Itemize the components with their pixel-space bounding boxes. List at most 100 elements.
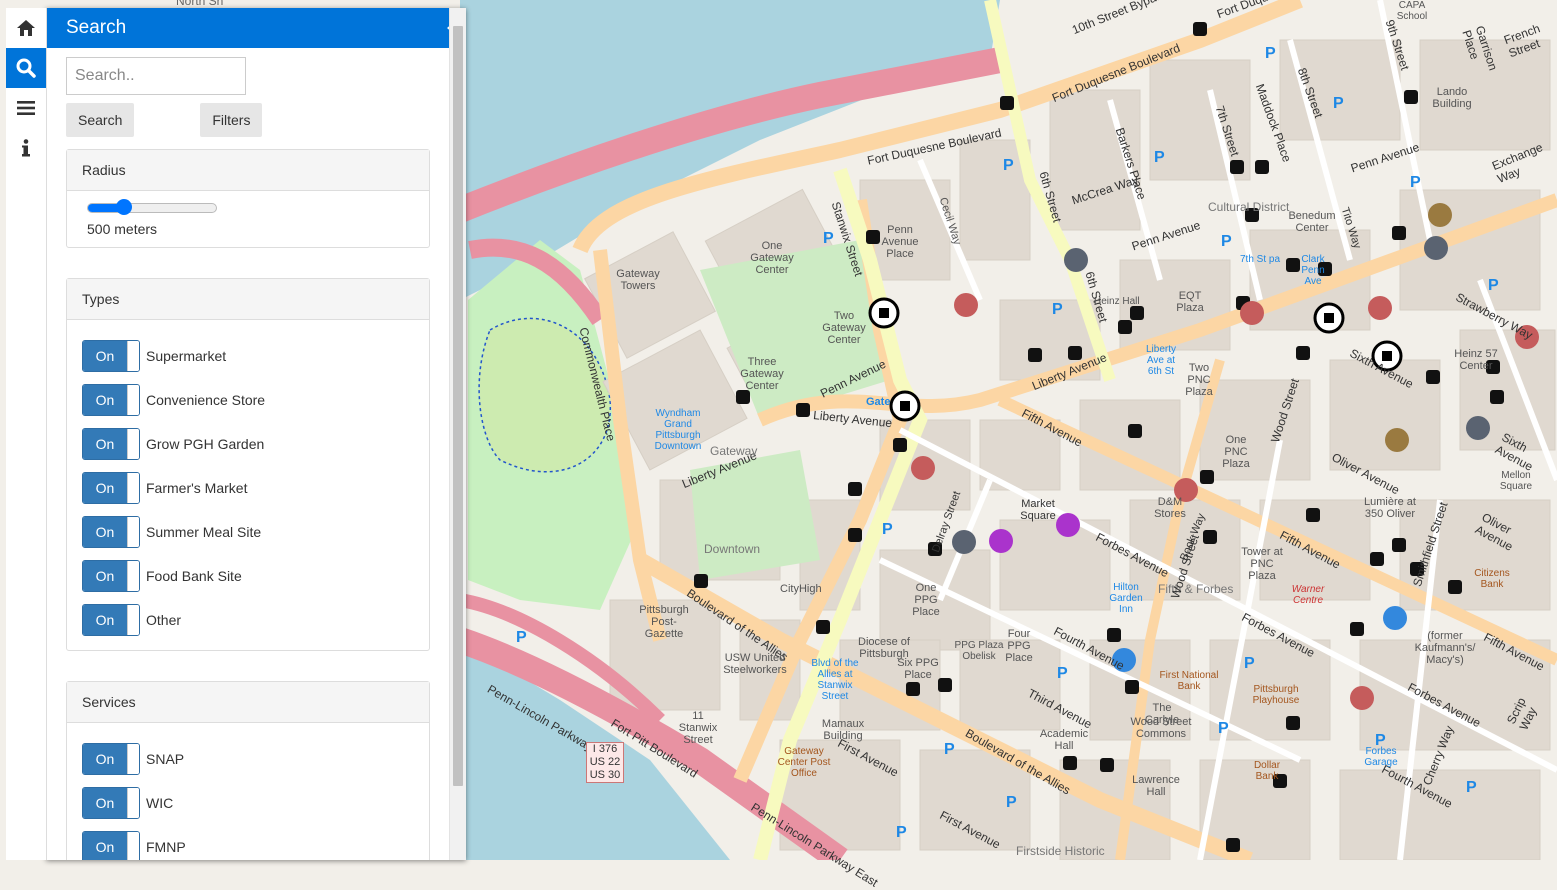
type-label: Farmer's Market [146,480,248,496]
info-button[interactable] [6,128,46,168]
service-label: WIC [146,795,174,811]
types-card: Types On Supermarket On Convenience Stor… [66,278,430,651]
svg-text:P: P [1488,277,1499,294]
type-row-convenience-store: On Convenience Store [82,378,414,422]
svg-text:P: P [1057,665,1068,682]
svg-text:P: P [823,230,834,247]
toggle-on-label: On [83,341,127,371]
svg-text:P: P [1154,149,1165,166]
type-toggle-summer-meal-site[interactable]: On [82,516,140,548]
info-icon [22,139,30,157]
svg-text:P: P [516,629,527,646]
search-buttons: Search Filters [66,103,430,137]
toggle-handle [127,341,139,371]
type-toggle-grow-pgh-garden[interactable]: On [82,428,140,460]
toggle-handle [127,385,139,415]
type-label: Convenience Store [146,392,266,408]
svg-text:P: P [1221,233,1232,250]
type-toggle-supermarket[interactable]: On [82,340,140,372]
type-toggle-food-bank-site[interactable]: On [82,560,140,592]
home-button[interactable] [6,8,46,48]
panel-title: Search [66,17,127,38]
search-input[interactable] [66,57,246,95]
type-label: Supermarket [146,348,227,364]
panel-scrollbar-thumb[interactable] [453,26,463,786]
toggle-on-label: On [83,788,127,818]
svg-text:P: P [882,521,893,538]
search-button[interactable] [6,48,46,88]
toggle-handle [127,561,139,591]
type-row-summer-meal-site: On Summer Meal Site [82,510,414,554]
services-card: Services On SNAP On WIC On FMNP [66,681,430,860]
home-icon [17,20,35,36]
service-row-wic: On WIC [82,781,414,825]
panel-scrollbar[interactable] [449,8,466,860]
svg-text:P: P [1466,779,1477,796]
svg-text:P: P [1410,174,1421,191]
panel-body: Search Filters Radius 500 meters Types O… [46,48,450,860]
svg-text:P: P [1244,655,1255,672]
radius-card: Radius 500 meters [66,149,430,248]
radius-card-header: Radius [67,150,429,191]
type-label: Food Bank Site [146,568,242,584]
toggle-on-label: On [83,744,127,774]
toggle-on-label: On [83,385,127,415]
radius-slider-wrap: 500 meters [67,191,429,247]
toggle-on-label: On [83,561,127,591]
toggle-on-label: On [83,473,127,503]
radius-slider-thumb[interactable] [115,199,132,215]
downtown-green [690,450,820,580]
panel-header: Search [46,8,466,48]
service-label: SNAP [146,751,185,767]
type-row-other: On Other [82,598,414,642]
type-row-food-bank-site: On Food Bank Site [82,554,414,598]
toggle-handle [127,429,139,459]
service-toggle-wic[interactable]: On [82,787,140,819]
toggle-on-label: On [83,832,127,860]
radius-value: 500 meters [87,221,158,237]
types-list: On Supermarket On Convenience Store On G… [67,320,429,650]
type-row-grow-pgh-garden: On Grow PGH Garden [82,422,414,466]
types-card-header: Types [67,279,429,320]
service-toggle-fmnp[interactable]: On [82,831,140,860]
service-label: FMNP [146,839,186,855]
type-toggle-convenience-store[interactable]: On [82,384,140,416]
toggle-handle [127,832,139,860]
svg-text:P: P [1052,301,1063,318]
svg-text:P: P [896,824,907,841]
filters-button[interactable]: Filters [200,103,263,137]
svg-text:P: P [1003,157,1014,174]
toggle-handle [127,744,139,774]
toggle-handle [127,473,139,503]
icon-rail [6,8,47,860]
menu-icon [17,101,35,115]
search-icon [16,58,36,78]
search-panel: Search Search Filters Radius 500 meters … [46,8,466,860]
svg-text:P: P [944,741,955,758]
toggle-on-label: On [83,429,127,459]
svg-text:P: P [1218,720,1229,737]
svg-text:P: P [1375,732,1386,749]
toggle-on-label: On [83,605,127,635]
toggle-handle [127,517,139,547]
search-submit-button[interactable]: Search [66,103,135,137]
type-row-farmers-market: On Farmer's Market [82,466,414,510]
radius-slider[interactable] [87,199,217,215]
type-row-supermarket: On Supermarket [82,334,414,378]
type-label: Grow PGH Garden [146,436,265,452]
svg-text:P: P [1333,95,1344,112]
type-toggle-farmers-market[interactable]: On [82,472,140,504]
services-card-header: Services [67,682,429,723]
toggle-on-label: On [83,517,127,547]
toggle-handle [127,605,139,635]
service-row-fmnp: On FMNP [82,825,414,860]
type-toggle-other[interactable]: On [82,604,140,636]
service-row-snap: On SNAP [82,737,414,781]
svg-text:P: P [1265,45,1276,62]
services-list: On SNAP On WIC On FMNP [67,723,429,860]
type-label: Other [146,612,182,628]
toggle-handle [127,788,139,818]
service-toggle-snap[interactable]: On [82,743,140,775]
type-label: Summer Meal Site [146,524,262,540]
layers-menu-button[interactable] [6,88,46,128]
